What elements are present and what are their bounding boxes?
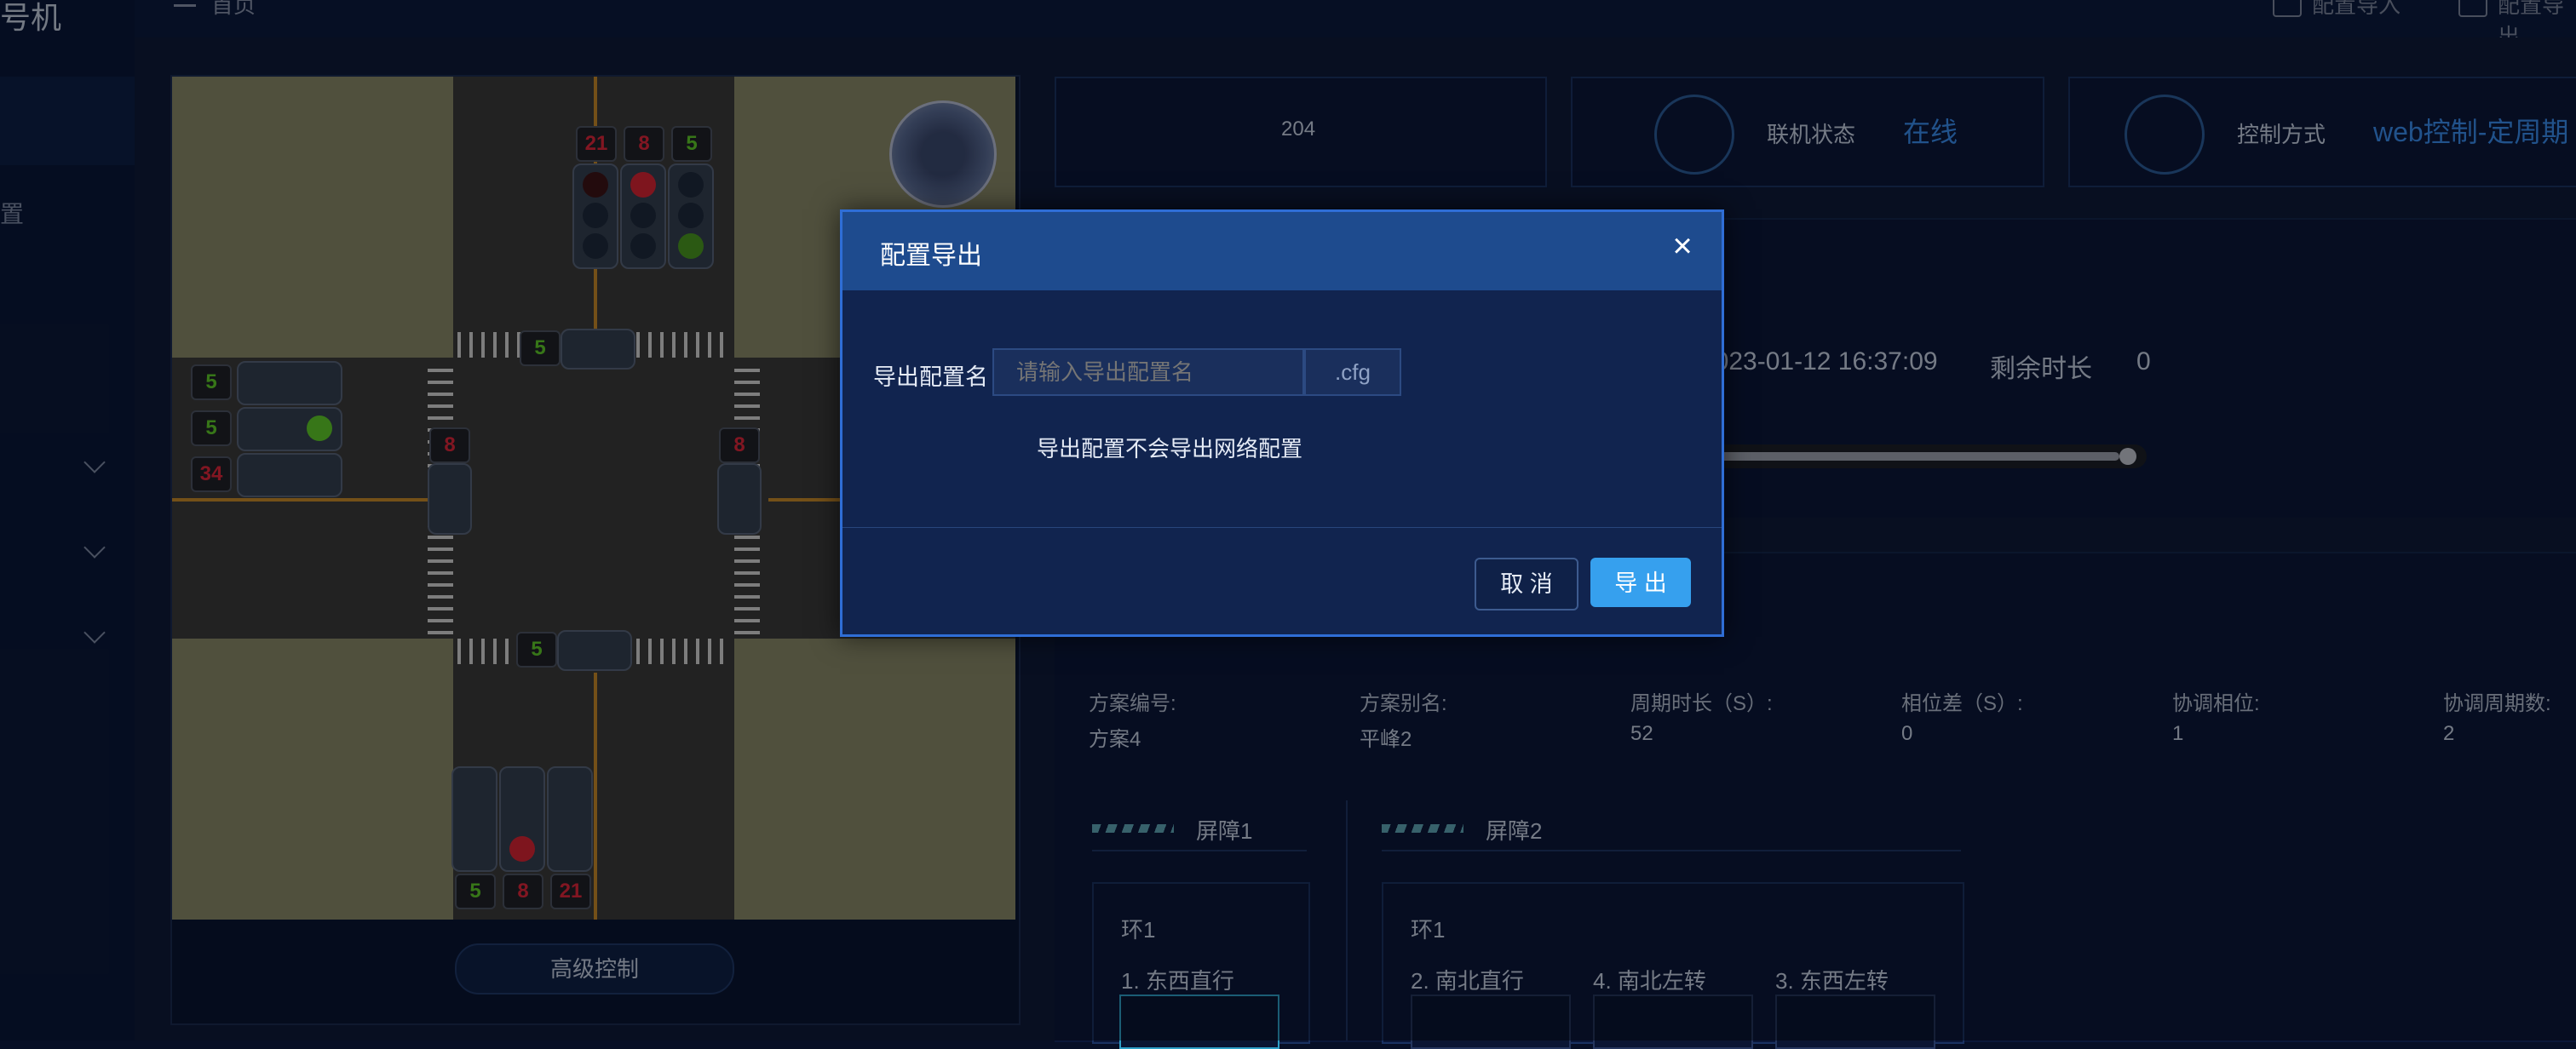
export-name-input[interactable] <box>992 348 1304 396</box>
export-config-dialog: 配置导出 × 导出配置名 .cfg 导出配置不会导出网络配置 取 消 导 出 <box>840 209 1724 637</box>
export-button[interactable]: 导 出 <box>1590 558 1691 607</box>
dialog-title: 配置导出 <box>880 242 982 270</box>
file-suffix: .cfg <box>1304 348 1401 396</box>
dialog-divider <box>842 527 1722 528</box>
export-name-label: 导出配置名 <box>873 364 988 390</box>
cancel-button[interactable]: 取 消 <box>1475 558 1578 610</box>
close-icon[interactable]: × <box>1665 227 1699 266</box>
export-hint: 导出配置不会导出网络配置 <box>1037 436 1303 461</box>
